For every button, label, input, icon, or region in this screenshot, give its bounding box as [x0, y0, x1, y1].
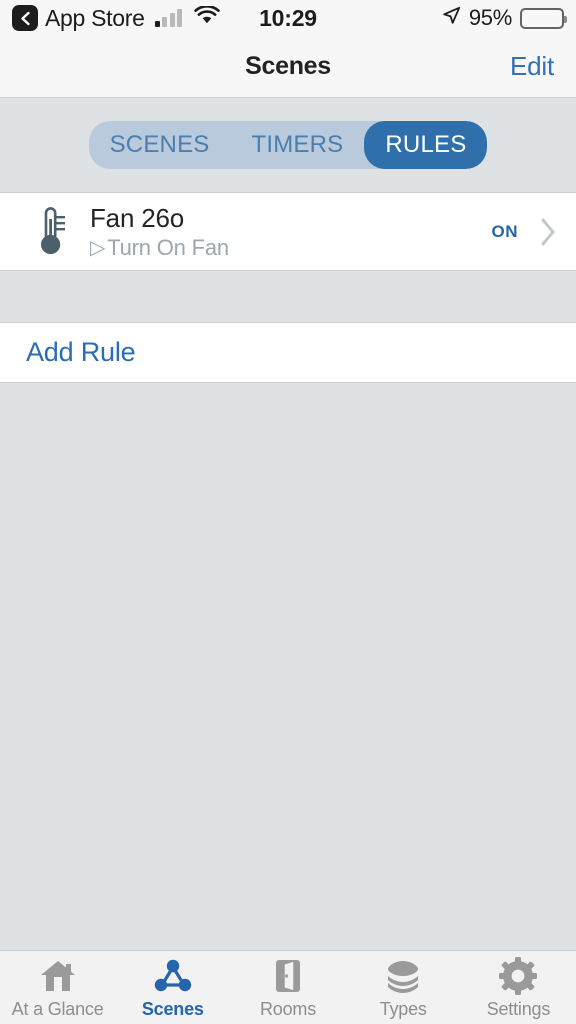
location-arrow-icon [442, 6, 461, 30]
status-bar: App Store 10:29 95% [0, 0, 576, 36]
add-rule-button[interactable]: Add Rule [0, 323, 576, 383]
back-to-app-store-button[interactable] [12, 5, 38, 31]
list-section-gap [0, 271, 576, 323]
layers-icon [383, 956, 423, 996]
thermometer-icon [22, 206, 78, 257]
status-bar-app-name: App Store [45, 4, 145, 31]
status-bar-right: 95% [442, 5, 567, 31]
play-triangle-icon: ▷ [90, 237, 106, 259]
page-title: Scenes [245, 52, 331, 80]
status-bar-left: App Store [12, 5, 220, 32]
chevron-right-icon[interactable] [538, 216, 558, 248]
wifi-icon [194, 4, 220, 30]
rule-title: Fan 26o [90, 202, 185, 233]
tab-at-a-glance[interactable]: At a Glance [0, 951, 115, 1024]
rules-list: Fan 26o ▷ Turn On Fan ON Add Rule [0, 193, 576, 950]
empty-area [0, 383, 576, 950]
segment-scenes[interactable]: SCENES [89, 121, 231, 169]
tab-label-settings: Settings [486, 998, 551, 1019]
rule-text-block: Fan 26o ▷ Turn On Fan [78, 203, 492, 261]
tab-scenes[interactable]: Scenes [115, 951, 230, 1024]
door-icon [268, 956, 308, 996]
navigation-bar: Scenes Edit [0, 36, 576, 98]
chevron-left-icon [19, 11, 32, 26]
tab-label-scenes: Scenes [141, 998, 204, 1019]
segment-rules[interactable]: RULES [364, 121, 488, 169]
segmented-control[interactable]: SCENES TIMERS RULES [88, 121, 488, 169]
add-rule-label: Add Rule [26, 337, 136, 367]
tab-rooms[interactable]: Rooms [230, 951, 345, 1024]
battery-percent-label: 95% [468, 5, 512, 30]
tab-label-types: Types [379, 998, 427, 1019]
tab-bar: At a Glance Scenes Rooms Types Settings [0, 950, 576, 1024]
battery-icon [520, 7, 567, 29]
tab-label-rooms: Rooms [260, 998, 317, 1019]
house-icon [38, 956, 78, 996]
nodes-icon [153, 956, 193, 996]
rule-action-label: Turn On Fan [107, 234, 229, 260]
gear-icon [498, 956, 538, 996]
cellular-signal-icon [154, 9, 183, 27]
rule-row[interactable]: Fan 26o ▷ Turn On Fan ON [0, 193, 576, 271]
segment-timers[interactable]: TIMERS [231, 121, 365, 169]
segmented-control-band: SCENES TIMERS RULES [0, 98, 576, 193]
app-screen: App Store 10:29 95% Scenes Edit SCENES T… [0, 0, 576, 1024]
edit-button[interactable]: Edit [510, 51, 554, 82]
rule-action: ▷ Turn On Fan [90, 235, 492, 261]
tab-settings[interactable]: Settings [461, 951, 576, 1024]
rule-state-badge: ON [491, 221, 518, 241]
tab-label-at-a-glance: At a Glance [11, 998, 104, 1019]
tab-types[interactable]: Types [346, 951, 461, 1024]
